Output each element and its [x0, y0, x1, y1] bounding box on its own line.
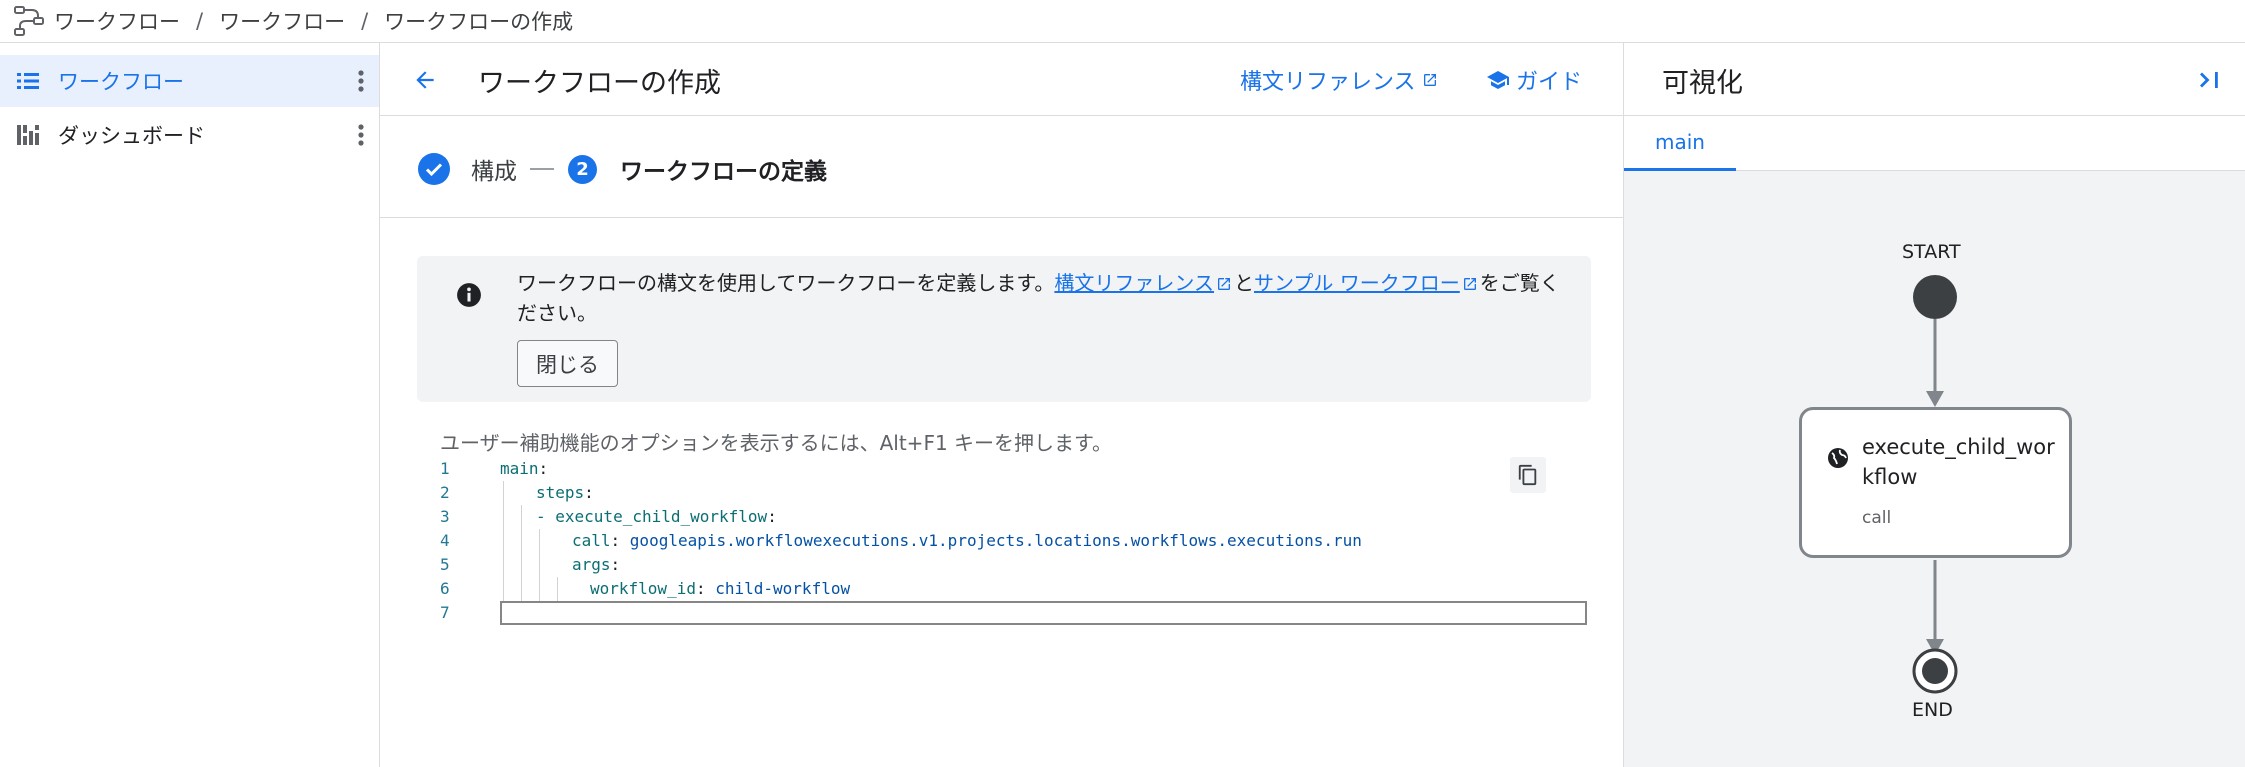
info-icon — [457, 283, 481, 307]
line-number: 7 — [440, 603, 450, 622]
visualization-header: 可視化 — [1624, 43, 2245, 116]
breadcrumb: ワークフロー / ワークフロー / ワークフローの作成 — [0, 0, 2245, 43]
editor-panel: ワークフローの作成 構文リファレンス ガイド 構成 2 ワークフローの定義 ワー… — [380, 43, 1624, 767]
sidebar-item-label: ダッシュボード — [58, 124, 205, 148]
sidebar-item-label: ワークフロー — [58, 70, 184, 94]
more-vert-icon[interactable] — [357, 69, 365, 93]
code-line: 1 main: — [440, 457, 1592, 481]
step-2-number: 2 — [568, 155, 597, 184]
dashboard-icon — [17, 125, 39, 145]
arrow-back-icon — [416, 71, 434, 89]
info-syntax-reference-link[interactable]: 構文リファレンス — [1054, 271, 1214, 295]
school-icon — [1487, 71, 1509, 89]
list-icon — [17, 73, 39, 89]
info-sample-workflows-link[interactable]: サンプル ワークフロー — [1254, 271, 1460, 295]
more-vert-icon[interactable] — [357, 123, 365, 147]
open-in-new-icon — [1463, 278, 1476, 290]
line-number: 5 — [440, 555, 450, 574]
code-line: 6 workflow_id: child-workflow — [440, 577, 1592, 601]
step-2-label: ワークフローの定義 — [620, 159, 827, 185]
code-key: args — [572, 555, 611, 574]
info-text: ワークフローの構文を使用してワークフローを定義します。構文リファレンス とサンプル… — [517, 268, 1567, 328]
info-banner: ワークフローの構文を使用してワークフローを定義します。構文リファレンス とサンプル… — [417, 256, 1591, 402]
open-in-new-icon — [1218, 278, 1231, 290]
code-key: main — [500, 459, 539, 478]
content-copy-icon — [1518, 464, 1537, 486]
globe-icon — [1828, 448, 1848, 468]
step-1-label[interactable]: 構成 — [471, 152, 517, 186]
current-line-highlight[interactable] — [500, 601, 1587, 625]
visualization-tabs: main — [1624, 116, 2245, 171]
workflow-graph: START execute_child_workflow call END — [1624, 171, 2245, 767]
breadcrumb-separator: / — [196, 9, 204, 33]
line-number: 4 — [440, 531, 450, 550]
line-number: 1 — [440, 459, 450, 478]
code-key: steps — [536, 483, 585, 502]
step-node-type: call — [1862, 508, 1892, 528]
code-line: 5 args: — [440, 553, 1592, 577]
page-title: ワークフローの作成 — [478, 68, 721, 99]
close-banner-button[interactable]: 閉じる — [517, 340, 618, 387]
line-number: 3 — [440, 507, 450, 526]
start-node[interactable] — [1913, 275, 1957, 319]
line-number: 2 — [440, 483, 450, 502]
end-label: END — [1912, 699, 1953, 721]
step-divider — [530, 168, 554, 170]
collapse-panel-icon[interactable] — [2195, 65, 2225, 95]
back-button[interactable] — [408, 63, 442, 97]
syntax-reference-label: 構文リファレンス — [1240, 70, 1416, 95]
breadcrumb-item-workflows[interactable]: ワークフロー — [219, 6, 345, 36]
sidebar-item-workflows[interactable]: ワークフロー — [0, 55, 379, 107]
syntax-reference-link[interactable]: 構文リファレンス — [1240, 64, 1438, 96]
line-number: 6 — [440, 579, 450, 598]
step-node[interactable]: execute_child_workflow call — [1799, 407, 2072, 558]
code-key: workflow_id — [590, 579, 696, 598]
code-key: - execute_child_workflow — [536, 507, 768, 526]
sidebar-item-dashboard[interactable]: ダッシュボード — [0, 109, 379, 161]
code-value: child-workflow — [715, 579, 851, 598]
edge-arrowhead — [1926, 391, 1944, 407]
visualization-panel: 可視化 main START execute_child_workflow ca… — [1624, 43, 2245, 767]
page-header: ワークフローの作成 構文リファレンス ガイド — [380, 43, 1624, 116]
accessibility-hint: ユーザー補助機能のオプションを表示するには、Alt+F1 キーを押します。 — [440, 431, 1113, 455]
info-text-prefix: ワークフローの構文を使用してワークフローを定義します。 — [517, 271, 1055, 295]
guide-button[interactable]: ガイド — [1486, 64, 1582, 96]
visualization-title: 可視化 — [1662, 68, 1743, 99]
breadcrumb-item-create: ワークフローの作成 — [384, 10, 574, 34]
open-in-new-icon — [1423, 74, 1436, 86]
copy-button[interactable] — [1510, 457, 1546, 493]
code-line: 3 - execute_child_workflow: — [440, 505, 1592, 529]
info-text-joiner: と — [1234, 271, 1255, 295]
code-key: call — [572, 531, 611, 550]
stepper: 構成 2 ワークフローの定義 — [380, 116, 1624, 218]
guide-label: ガイド — [1516, 70, 1583, 95]
step-node-name: execute_child_workflow — [1862, 435, 2055, 489]
tab-main[interactable]: main — [1624, 116, 1736, 171]
code-line: 4 call: googleapis.workflowexecutions.v1… — [440, 529, 1592, 553]
sidebar: ワークフロー ダッシュボード — [0, 43, 380, 767]
code-value: googleapis.workflowexecutions.v1.project… — [629, 531, 1362, 550]
code-line: 2 steps: — [440, 481, 1592, 505]
check-circle-icon[interactable] — [418, 153, 450, 185]
start-label: START — [1902, 241, 1961, 263]
workflows-logo-icon — [14, 6, 44, 36]
breadcrumb-item-workflows-root[interactable]: ワークフロー — [54, 6, 180, 36]
code-editor[interactable]: 1 main: 2 steps: 3 - execute_child_workf… — [440, 457, 1592, 677]
end-node-inner — [1922, 658, 1948, 684]
breadcrumb-separator: / — [361, 9, 369, 33]
